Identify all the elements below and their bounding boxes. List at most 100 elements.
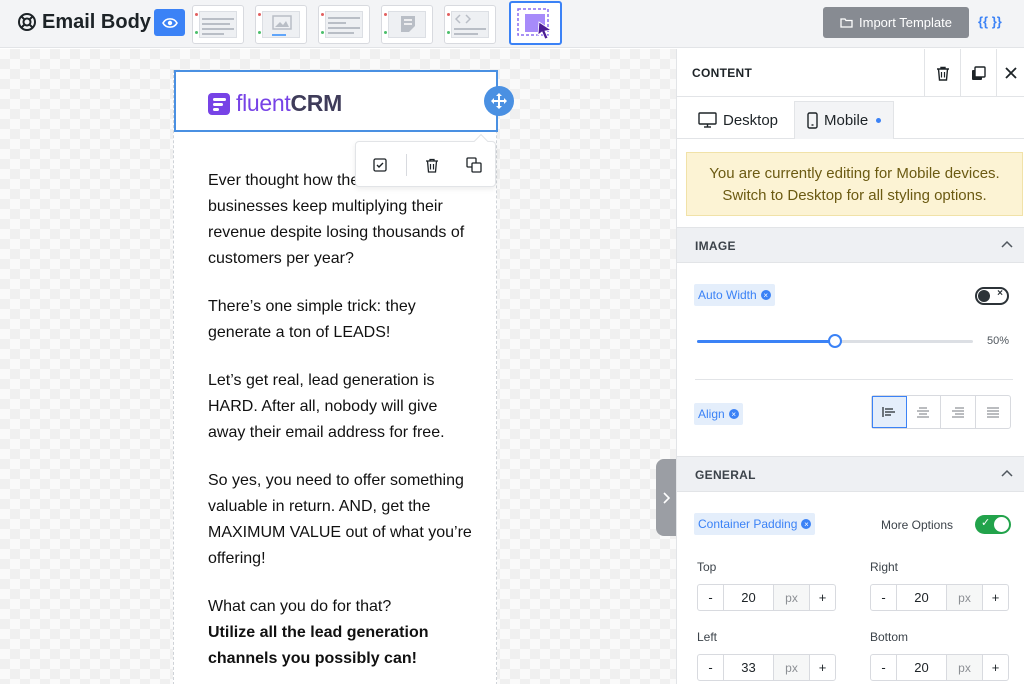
brand-bold-text: CRM — [290, 90, 342, 116]
email-body-text[interactable]: Ever thought how the million businesses … — [208, 168, 478, 684]
padding-bottom-increment[interactable]: + — [982, 655, 1008, 680]
import-template-button[interactable]: Import Template — [823, 7, 969, 38]
folder-icon — [840, 18, 853, 28]
duplicate-icon — [466, 157, 482, 173]
align-label: Align — [698, 407, 725, 421]
padding-right-unit: px — [947, 585, 982, 610]
block-thumb-image[interactable] — [255, 5, 307, 44]
image-section-header[interactable]: IMAGE — [677, 227, 1024, 263]
padding-bottom-input[interactable]: 20 — [897, 655, 947, 680]
select-block-button[interactable] — [370, 155, 390, 175]
collapse-panel-toggle[interactable] — [656, 459, 676, 536]
block-thumb-note[interactable] — [381, 5, 433, 44]
padding-top-stepper: - 20 px + — [697, 584, 836, 611]
reset-icon: × — [728, 409, 739, 419]
tab-desktop[interactable]: Desktop — [698, 101, 778, 139]
select-cursor-icon — [517, 8, 553, 40]
mobile-icon — [807, 112, 818, 129]
align-right-icon — [951, 407, 964, 418]
paragraph-5-plain: What can you do for that? — [208, 598, 392, 615]
width-slider[interactable] — [697, 334, 973, 348]
general-section-header[interactable]: GENERAL — [677, 456, 1024, 492]
width-slider-handle[interactable] — [828, 334, 842, 348]
padding-top-increment[interactable]: + — [809, 585, 835, 610]
note-icon — [401, 16, 415, 32]
block-thumb-text-image[interactable] — [318, 5, 370, 44]
checkbox-icon — [373, 158, 387, 172]
move-block-handle[interactable] — [484, 86, 514, 116]
chevron-up-icon — [1001, 240, 1013, 248]
tab-desktop-label: Desktop — [723, 111, 779, 129]
align-chip[interactable]: Align × — [694, 403, 743, 425]
padding-right-decrement[interactable]: - — [871, 585, 897, 610]
chevron-right-icon — [663, 491, 670, 504]
block-toolbar — [355, 133, 496, 187]
panel-duplicate-button[interactable] — [960, 49, 996, 97]
code-icon — [455, 14, 471, 24]
container-padding-label: Container Padding — [698, 517, 798, 531]
duplicate-block-button[interactable] — [464, 155, 484, 175]
trash-icon — [936, 66, 949, 81]
paragraph-4: So yes, you need to offer something valu… — [208, 472, 472, 567]
panel-close-button[interactable] — [996, 49, 1024, 97]
padding-bottom-unit: px — [947, 655, 982, 680]
delete-block-button[interactable] — [422, 155, 442, 175]
move-arrows-icon — [491, 93, 507, 109]
padding-top-input[interactable]: 20 — [724, 585, 774, 610]
eye-icon — [161, 17, 178, 28]
padding-top-decrement[interactable]: - — [698, 585, 724, 610]
padding-left-increment[interactable]: + — [809, 655, 835, 680]
lifebuoy-icon — [18, 13, 36, 31]
image-icon — [272, 15, 292, 30]
auto-width-chip[interactable]: Auto Width × — [694, 284, 775, 306]
padding-left-decrement[interactable]: - — [698, 655, 724, 680]
paragraph-2: There’s one simple trick: they generate … — [208, 298, 416, 341]
editor-canvas: fluentCRM Ever thought how the million b… — [0, 49, 676, 684]
chevron-up-icon — [1001, 469, 1013, 477]
panel-delete-button[interactable] — [924, 49, 960, 97]
fluentcrm-logo-icon — [208, 92, 230, 115]
padding-left-label: Left — [697, 630, 718, 644]
preview-button[interactable] — [154, 9, 185, 36]
align-left-button[interactable] — [872, 396, 907, 428]
paragraph-5: What can you do for that? Utilize all the… — [208, 594, 478, 672]
padding-left-unit: px — [774, 655, 809, 680]
paragraph-5-bold: Utilize all the lead generation channels… — [208, 624, 429, 667]
content-settings-panel: CONTENT Desktop Mobile You are currently… — [676, 49, 1024, 684]
align-justify-icon — [986, 407, 999, 418]
width-slider-fill — [697, 340, 835, 343]
paragraph-3: Let’s get real, lead generation is HARD.… — [208, 372, 445, 441]
merge-tags-button[interactable]: {{ }} — [978, 14, 1002, 29]
block-thumb-text[interactable] — [192, 5, 244, 44]
align-center-button[interactable] — [907, 396, 942, 428]
more-options-label: More Options — [881, 518, 954, 532]
padding-left-input[interactable]: 33 — [724, 655, 774, 680]
auto-width-label: Auto Width — [698, 288, 757, 302]
align-justify-button[interactable] — [976, 396, 1010, 428]
import-template-label: Import Template — [859, 15, 952, 30]
trash-icon — [426, 158, 438, 173]
reset-icon: × — [801, 519, 812, 529]
container-padding-chip[interactable]: Container Padding × — [694, 513, 816, 535]
device-tabs: Desktop Mobile — [677, 97, 1024, 139]
more-options-toggle[interactable]: ✓ — [975, 515, 1011, 534]
padding-right-input[interactable]: 20 — [897, 585, 947, 610]
padding-bottom-stepper: - 20 px + — [870, 654, 1009, 681]
width-value: 50% — [987, 335, 1010, 347]
mobile-editing-notice: You are currently editing for Mobile dev… — [686, 152, 1023, 216]
page-title: Email Body — [42, 11, 151, 33]
block-thumb-html[interactable] — [444, 5, 496, 44]
tab-mobile[interactable]: Mobile — [794, 101, 895, 139]
divider — [695, 379, 1013, 380]
image-section-title: IMAGE — [695, 239, 736, 253]
desktop-icon — [698, 112, 717, 128]
align-center-icon — [917, 407, 930, 418]
align-right-button[interactable] — [941, 396, 976, 428]
logo-image-block[interactable]: fluentCRM — [174, 70, 498, 132]
padding-bottom-decrement[interactable]: - — [871, 655, 897, 680]
block-thumb-custom[interactable] — [509, 1, 562, 45]
padding-right-increment[interactable]: + — [982, 585, 1008, 610]
panel-header: CONTENT — [677, 49, 1024, 97]
auto-width-toggle[interactable]: × — [975, 287, 1009, 305]
close-icon — [1005, 67, 1017, 79]
